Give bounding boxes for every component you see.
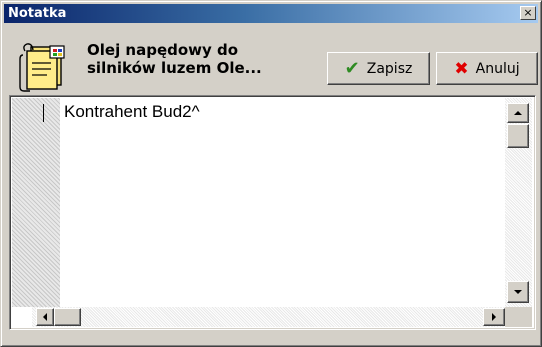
close-icon: × <box>523 6 533 19</box>
note-subject-title: Olej napędowy do silników luzem Ole... <box>87 41 262 77</box>
scroll-up-button[interactable] <box>507 103 529 123</box>
title-bar[interactable]: Notatka × <box>4 4 538 23</box>
text-caret <box>43 104 44 122</box>
note-window: Notatka × Olej napędowy do silników luze… <box>0 0 542 347</box>
cancel-button-label: Anuluj <box>475 60 520 77</box>
window-title: Notatka <box>8 6 67 21</box>
arrow-up-icon <box>514 111 522 115</box>
arrow-down-icon <box>514 290 522 294</box>
note-text-editor[interactable]: Kontrahent Bud2^ <box>9 95 536 330</box>
save-button-label: Zapisz <box>366 60 413 77</box>
scroll-right-button[interactable] <box>483 308 505 326</box>
note-text[interactable]: Kontrahent Bud2^ <box>64 102 200 122</box>
save-button[interactable]: ✔ Zapisz <box>327 52 430 85</box>
cancel-button[interactable]: ✖ Anuluj <box>436 52 538 85</box>
vertical-scrollbar[interactable] <box>505 98 532 307</box>
close-button[interactable]: × <box>520 6 536 20</box>
horizontal-scroll-thumb[interactable] <box>54 308 81 326</box>
scroll-down-button[interactable] <box>507 281 529 303</box>
editor-gutter <box>12 98 60 307</box>
notes-document-icon <box>15 41 71 93</box>
vertical-scroll-thumb[interactable] <box>507 124 529 148</box>
cross-icon: ✖ <box>454 58 469 79</box>
horizontal-scrollbar[interactable] <box>32 307 505 327</box>
scroll-left-button[interactable] <box>36 308 54 326</box>
arrow-right-icon <box>492 313 496 321</box>
scrollbar-corner <box>505 307 532 327</box>
arrow-left-icon <box>43 313 47 321</box>
checkmark-icon: ✔ <box>344 58 360 79</box>
